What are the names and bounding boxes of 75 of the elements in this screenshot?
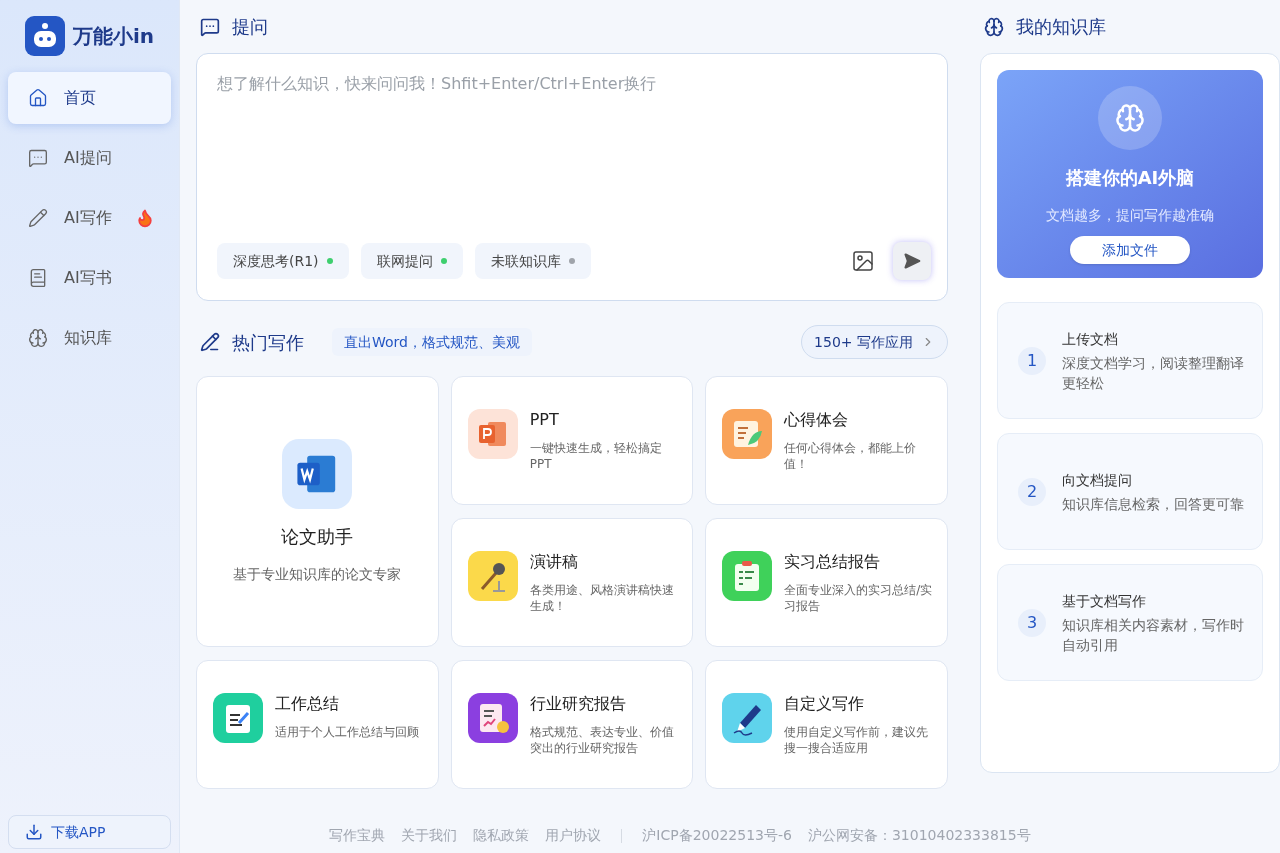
writing-card[interactable]: 行业研究报告 格式规范、表达专业、价值突出的行业研究报告 [450, 660, 694, 789]
home-icon [28, 88, 48, 108]
writing-card[interactable]: 论文助手 基于专业知识库的论文专家 [196, 376, 439, 647]
pen-icon [28, 208, 48, 228]
card-description: 适用于个人工作总结与回顾 [275, 724, 419, 740]
mode-toggle[interactable]: 联网提问 [360, 243, 463, 279]
download-app-button[interactable]: 下载APP [8, 815, 171, 849]
mic-icon [467, 551, 518, 601]
card-description: 各类用途、风格演讲稿快速生成！ [529, 582, 675, 614]
clipboard-icon [722, 551, 773, 601]
nav-item[interactable]: 首页 [8, 72, 171, 124]
section-title: 热门写作 [232, 330, 304, 355]
mode-toggle[interactable]: 深度思考(R1) [217, 243, 349, 279]
step-description: 深度文档学习，阅读整理翻译更轻松 [1062, 353, 1245, 393]
nav-item[interactable]: AI写书 [8, 252, 171, 304]
download-icon [25, 823, 43, 841]
banner-title: 搭建你的AI外脑 [1065, 166, 1195, 190]
section-title: 提问 [232, 15, 268, 39]
writing-card[interactable]: 实习总结报告 全面专业深入的实习总结/实习报告 [705, 518, 948, 647]
scroll-icon [722, 409, 773, 459]
brain-icon [28, 328, 48, 348]
banner-subtitle: 文档越多，提问写作越准确 [1046, 206, 1214, 225]
more-apps-button[interactable]: 150+ 写作应用 [801, 325, 948, 359]
writing-card[interactable]: PPT 一键快速生成，轻松搞定PPT [450, 376, 694, 505]
brand-name: 万能小in [73, 23, 155, 50]
writing-card[interactable]: 心得体会 任何心得体会，都能上价值！ [705, 376, 948, 505]
step-description: 知识库相关内容素材，写作时自动引用 [1062, 615, 1245, 655]
card-title: 实习总结报告 [784, 552, 882, 572]
card-title: 工作总结 [275, 694, 340, 714]
step-title: 向文档提问 [1062, 470, 1133, 490]
brain-icon [1115, 103, 1145, 133]
card-title: PPT [529, 410, 560, 430]
step-description: 知识库信息检索，回答更可靠 [1062, 494, 1244, 514]
writing-card[interactable]: 演讲稿 各类用途、风格演讲稿快速生成！ [450, 518, 694, 647]
card-title: 演讲稿 [529, 552, 579, 572]
word-icon [282, 438, 353, 509]
brain-icon [984, 16, 1004, 37]
send-icon [903, 252, 921, 270]
nav-item[interactable]: 知识库 [8, 312, 171, 364]
mode-toggle[interactable]: 未联知识库 [474, 243, 591, 279]
card-title: 行业研究报告 [529, 694, 627, 714]
ppt-icon [467, 409, 518, 459]
add-file-button[interactable]: 添加文件 [1070, 236, 1190, 264]
robot-logo [25, 16, 65, 56]
section-title: 我的知识库 [1016, 15, 1106, 39]
card-description: 格式规范、表达专业、价值突出的行业研究报告 [529, 724, 675, 756]
card-title: 自定义写作 [784, 694, 866, 714]
question-field[interactable]: 想了解什么知识，快来问问我！Shfit+Enter/Ctrl+Enter换行 深度思考(R1) 联网提问 未联知识库 [196, 53, 948, 301]
note-icon [213, 693, 263, 743]
tagline: 直出Word，格式规范、美观 [332, 328, 532, 356]
step-title: 基于文档写作 [1062, 591, 1147, 611]
book-icon [28, 268, 48, 288]
card-description: 全面专业深入的实习总结/实习报告 [784, 582, 934, 614]
card-description: 使用自定义写作前，建议先搜一搜合适应用 [784, 724, 930, 756]
question-input[interactable]: 想了解什么知识，快来问问我！Shfit+Enter/Ctrl+Enter换行 [217, 72, 927, 242]
report-icon [467, 693, 518, 743]
image-icon [851, 249, 875, 273]
nav-item[interactable]: AI提问 [8, 132, 171, 184]
pen-icon [722, 693, 773, 743]
pen-icon [200, 332, 220, 352]
chat-icon [28, 148, 48, 168]
send-button[interactable] [893, 242, 931, 280]
card-description: 任何心得体会，都能上价值！ [784, 440, 918, 472]
nav-item[interactable]: AI写作 [8, 192, 171, 244]
step-number: 1 [1018, 346, 1046, 375]
writing-card[interactable]: 工作总结 适用于个人工作总结与回顾 [196, 660, 439, 789]
step-number: 2 [1018, 477, 1046, 506]
writing-card[interactable]: 自定义写作 使用自定义写作前，建议先搜一搜合适应用 [705, 660, 948, 789]
card-title: 论文助手 [281, 524, 354, 549]
step-number: 3 [1018, 608, 1046, 637]
card-description: 基于专业知识库的论文专家 [233, 564, 402, 584]
step-title: 上传文档 [1062, 329, 1119, 349]
card-description: 一键快速生成，轻松搞定PPT [529, 440, 663, 472]
card-title: 心得体会 [784, 410, 850, 430]
chat-icon [200, 16, 220, 37]
